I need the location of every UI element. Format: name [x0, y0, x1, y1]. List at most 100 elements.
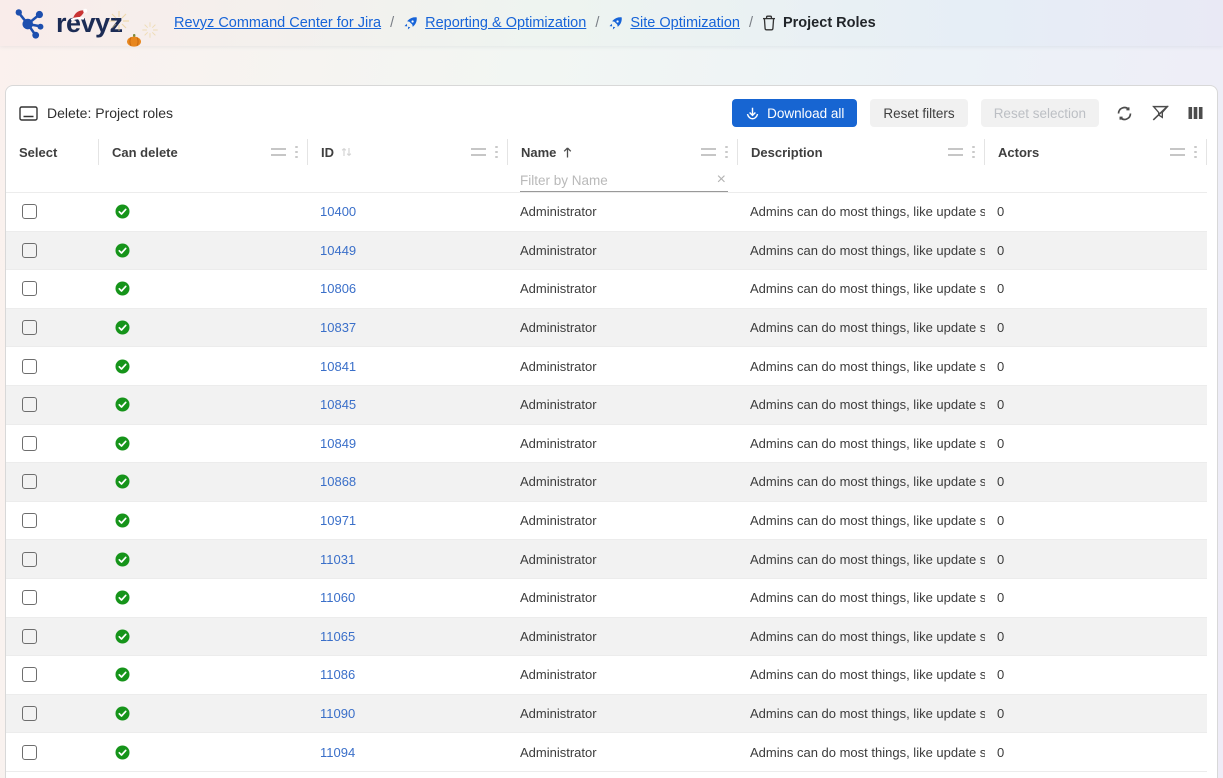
columns-button[interactable]	[1186, 104, 1205, 122]
actors-cell: 0	[985, 695, 1207, 733]
select-cell	[6, 463, 99, 501]
actors-cell: 0	[985, 618, 1207, 656]
name-cell: Administrator	[508, 232, 738, 270]
select-cell	[6, 425, 99, 463]
breadcrumb-link-command-center[interactable]: Revyz Command Center for Jira	[174, 15, 381, 31]
role-id-link[interactable]: 10971	[320, 513, 356, 528]
firework-decoration	[106, 8, 132, 34]
download-all-button[interactable]: Download all	[732, 99, 857, 127]
actors-cell: 0	[985, 579, 1207, 617]
role-id-link[interactable]: 11090	[320, 706, 355, 721]
column-header-name[interactable]: Name	[508, 139, 738, 165]
kebab-menu-icon[interactable]	[724, 145, 729, 160]
role-name: Administrator	[520, 513, 597, 528]
table-row: 11065 Administrator Admins can do most t…	[6, 618, 1207, 657]
clear-filter-button[interactable]	[1150, 103, 1171, 123]
table-row: 10449 Administrator Admins can do most t…	[6, 232, 1207, 271]
role-id-link[interactable]: 10837	[320, 320, 356, 335]
role-id-link[interactable]: 10400	[320, 204, 356, 219]
breadcrumb-link-reporting-optimization[interactable]: Reporting & Optimization	[425, 15, 586, 31]
row-checkbox[interactable]	[22, 204, 37, 219]
trash-icon	[762, 15, 776, 31]
row-checkbox[interactable]	[22, 745, 37, 760]
check-circle-icon	[115, 745, 130, 760]
reset-selection-button[interactable]: Reset selection	[981, 99, 1099, 127]
row-checkbox[interactable]	[22, 397, 37, 412]
role-id-link[interactable]: 11094	[320, 745, 355, 760]
role-id-link[interactable]: 11065	[320, 629, 355, 644]
kebab-menu-icon[interactable]	[971, 145, 976, 160]
column-label-actors: Actors	[998, 145, 1039, 160]
row-checkbox[interactable]	[22, 320, 37, 335]
kebab-menu-icon[interactable]	[494, 145, 499, 160]
row-checkbox[interactable]	[22, 474, 37, 489]
kebab-menu-icon[interactable]	[1193, 145, 1198, 160]
role-id-link[interactable]: 11086	[320, 667, 355, 682]
drag-lines-icon[interactable]	[271, 148, 286, 156]
role-id-link[interactable]: 11031	[320, 552, 355, 567]
role-actors: 0	[997, 281, 1004, 296]
drag-lines-icon[interactable]	[471, 148, 486, 156]
name-cell: Administrator	[508, 695, 738, 733]
check-circle-icon	[115, 552, 130, 567]
firework-decoration	[140, 20, 160, 40]
name-cell: Administrator	[508, 502, 738, 540]
name-cell: Administrator	[508, 347, 738, 385]
column-header-description[interactable]: Description	[738, 139, 985, 165]
row-checkbox[interactable]	[22, 243, 37, 258]
check-circle-icon	[115, 474, 130, 489]
row-checkbox[interactable]	[22, 436, 37, 451]
can-delete-cell	[99, 540, 308, 578]
row-checkbox[interactable]	[22, 629, 37, 644]
table-row: 10806 Administrator Admins can do most t…	[6, 270, 1207, 309]
role-id-link[interactable]: 10806	[320, 281, 356, 296]
role-id-link[interactable]: 10849	[320, 436, 356, 451]
actors-cell: 0	[985, 232, 1207, 270]
kebab-menu-icon[interactable]	[294, 145, 299, 160]
role-description: Admins can do most things, like update s…	[750, 745, 985, 760]
description-cell: Admins can do most things, like update s…	[738, 463, 985, 501]
role-name: Administrator	[520, 667, 597, 682]
row-checkbox[interactable]	[22, 513, 37, 528]
clear-filter-x-icon[interactable]: ×	[715, 172, 728, 188]
row-checkbox[interactable]	[22, 667, 37, 682]
row-checkbox[interactable]	[22, 281, 37, 296]
can-delete-cell	[99, 656, 308, 694]
role-id-link[interactable]: 10845	[320, 397, 356, 412]
role-id-link[interactable]: 10868	[320, 474, 356, 489]
drag-lines-icon[interactable]	[948, 148, 963, 156]
breadcrumb-link-site-optimization[interactable]: Site Optimization	[630, 15, 740, 31]
name-cell: Administrator	[508, 463, 738, 501]
rocket-icon	[608, 16, 623, 31]
drag-lines-icon[interactable]	[1170, 148, 1185, 156]
column-header-can-delete[interactable]: Can delete	[99, 139, 308, 165]
column-header-actors[interactable]: Actors	[985, 139, 1207, 165]
role-id-link[interactable]: 10841	[320, 359, 356, 374]
panel-toolbar: Delete: Project roles Download all Reset…	[6, 86, 1217, 139]
column-header-id[interactable]: ID	[308, 139, 508, 165]
select-cell	[6, 193, 99, 231]
role-id-link[interactable]: 10449	[320, 243, 356, 258]
description-cell: Admins can do most things, like update s…	[738, 618, 985, 656]
id-cell: 10449	[308, 232, 508, 270]
table-row: 10849 Administrator Admins can do most t…	[6, 425, 1207, 464]
drag-lines-icon[interactable]	[701, 148, 716, 156]
reset-filters-button[interactable]: Reset filters	[870, 99, 967, 127]
breadcrumb: Revyz Command Center for Jira / Reportin…	[174, 15, 876, 31]
row-checkbox[interactable]	[22, 359, 37, 374]
actors-cell: 0	[985, 193, 1207, 231]
table-row: 11094 Administrator Admins can do most t…	[6, 733, 1207, 772]
row-checkbox[interactable]	[22, 590, 37, 605]
row-checkbox[interactable]	[22, 552, 37, 567]
column-header-select[interactable]: Select	[6, 139, 99, 165]
table-row: 11031 Administrator Admins can do most t…	[6, 540, 1207, 579]
row-checkbox[interactable]	[22, 706, 37, 721]
name-filter-input[interactable]	[520, 173, 715, 188]
role-description: Admins can do most things, like update s…	[750, 629, 985, 644]
table-row: 10837 Administrator Admins can do most t…	[6, 309, 1207, 348]
select-cell	[6, 270, 99, 308]
role-id-link[interactable]: 11060	[320, 590, 355, 605]
role-description: Admins can do most things, like update s…	[750, 359, 985, 374]
name-cell: Administrator	[508, 540, 738, 578]
refresh-button[interactable]	[1114, 103, 1135, 124]
